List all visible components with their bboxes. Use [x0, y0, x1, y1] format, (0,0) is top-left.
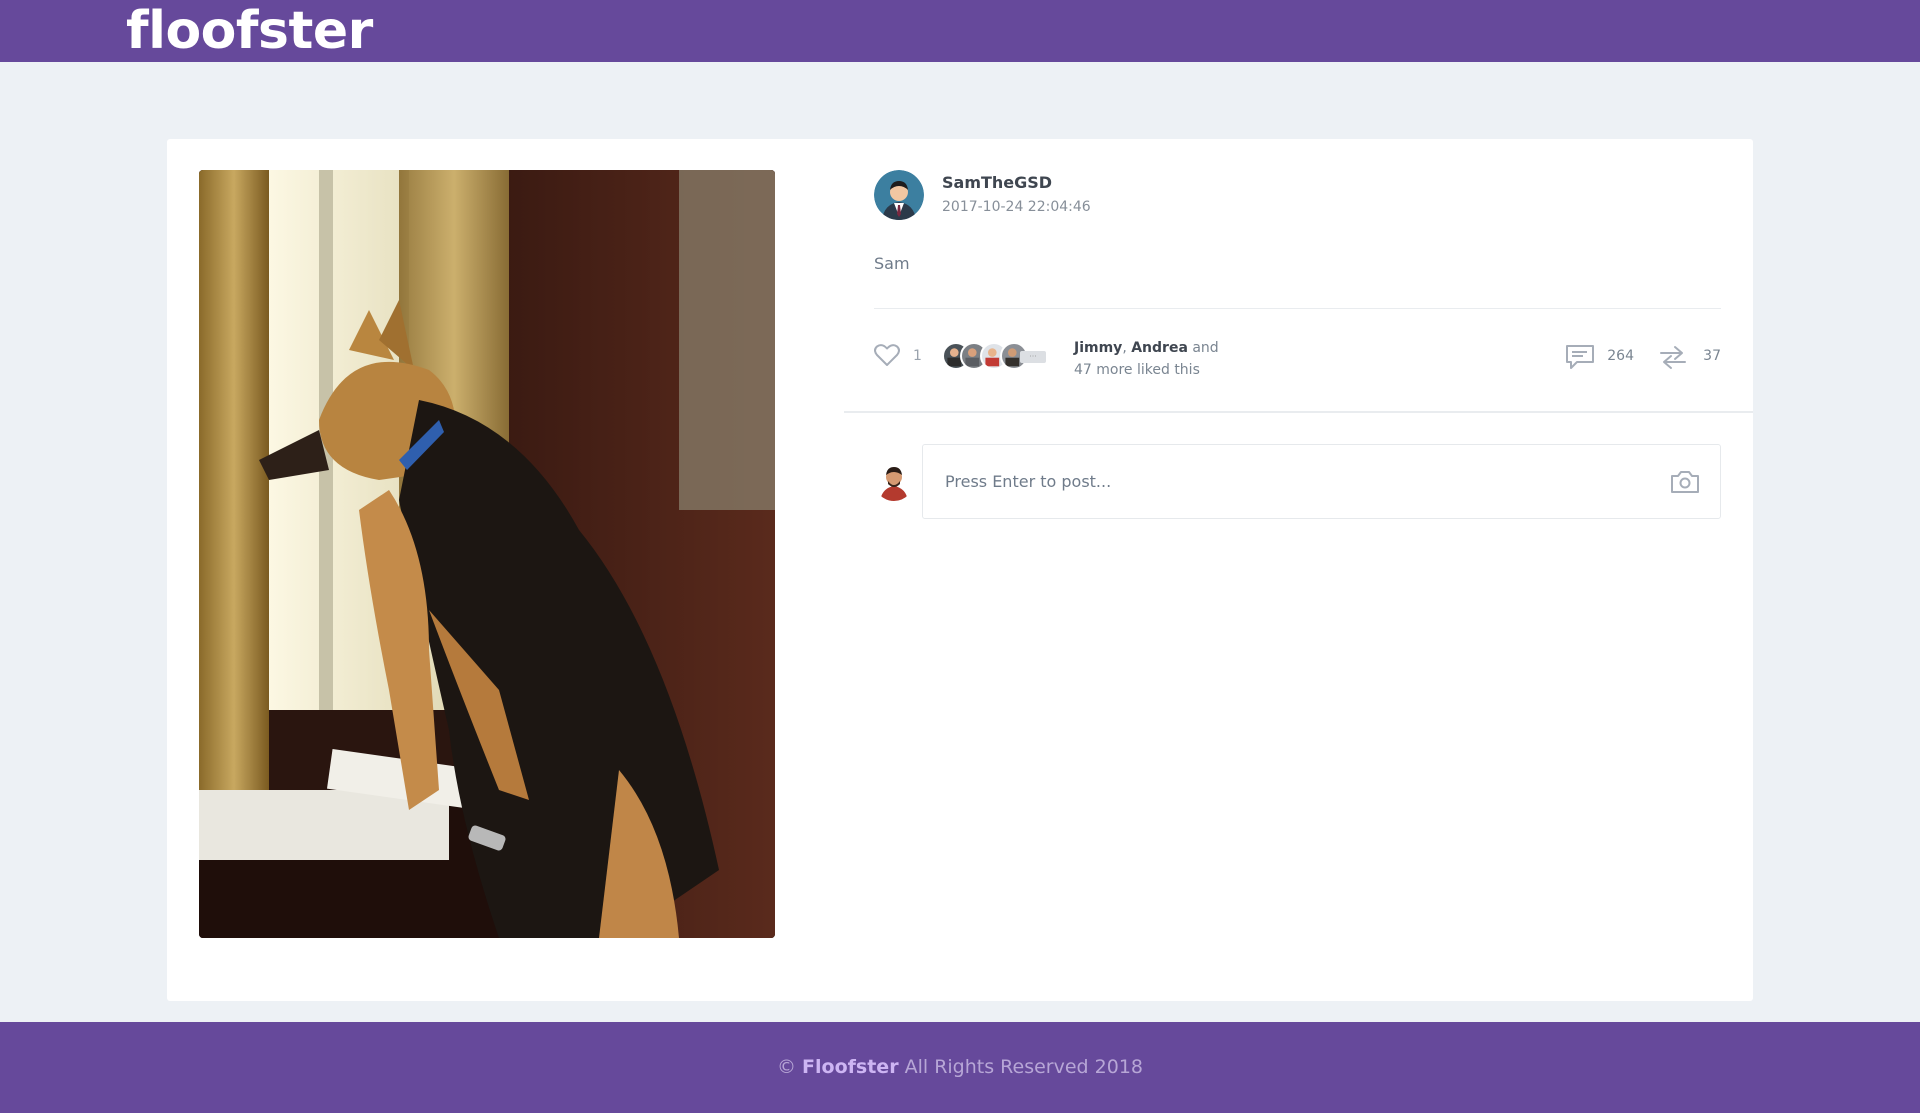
- more-likers-badge: ···: [1020, 351, 1046, 363]
- author-avatar[interactable]: [874, 170, 924, 220]
- footer-copyright: © Floofster All Rights Reserved 2018: [0, 1056, 1920, 1078]
- like-count: 1: [913, 348, 922, 364]
- separator: ,: [1122, 340, 1132, 356]
- brand-logo[interactable]: floofster: [126, 2, 373, 60]
- top-navbar: floofster: [0, 0, 1920, 62]
- camera-icon[interactable]: [1669, 469, 1701, 495]
- and-text: and: [1187, 340, 1219, 356]
- divider: [844, 411, 1753, 413]
- dog-photo-illustration: [199, 170, 775, 938]
- share-count: 37: [1703, 348, 1721, 364]
- footer-rights-text: All Rights Reserved 2018: [904, 1056, 1143, 1078]
- comment-count: 264: [1607, 348, 1634, 364]
- more-likes-text: 47 more liked this: [1074, 362, 1200, 378]
- post-photo[interactable]: [199, 170, 775, 938]
- divider: [874, 308, 1721, 309]
- footer-brand-link[interactable]: Floofster: [802, 1056, 899, 1078]
- post-caption: Sam: [874, 254, 910, 273]
- comment-input[interactable]: [922, 444, 1721, 519]
- share-icon[interactable]: [1657, 344, 1689, 370]
- post-actions: 1 ··· Jimmy, Andrea and 47 more liked th…: [874, 336, 1721, 378]
- comment-composer: [874, 444, 1721, 519]
- liker-name[interactable]: Andrea: [1131, 340, 1188, 356]
- heart-icon[interactable]: [874, 343, 900, 367]
- copyright-symbol: ©: [777, 1056, 796, 1078]
- current-user-avatar[interactable]: [874, 461, 914, 501]
- liker-name[interactable]: Jimmy: [1074, 340, 1122, 356]
- liked-by-summary[interactable]: Jimmy, Andrea and 47 more liked this: [1074, 337, 1219, 381]
- post-timestamp: 2017-10-24 22:04:46: [942, 199, 1091, 215]
- comment-icon[interactable]: [1565, 344, 1595, 370]
- liker-avatars[interactable]: ···: [942, 342, 1046, 370]
- author-name[interactable]: SamTheGSD: [942, 173, 1052, 192]
- post-card: SamTheGSD 2017-10-24 22:04:46 Sam 1 ··· …: [167, 139, 1753, 1001]
- footer: © Floofster All Rights Reserved 2018: [0, 1022, 1920, 1113]
